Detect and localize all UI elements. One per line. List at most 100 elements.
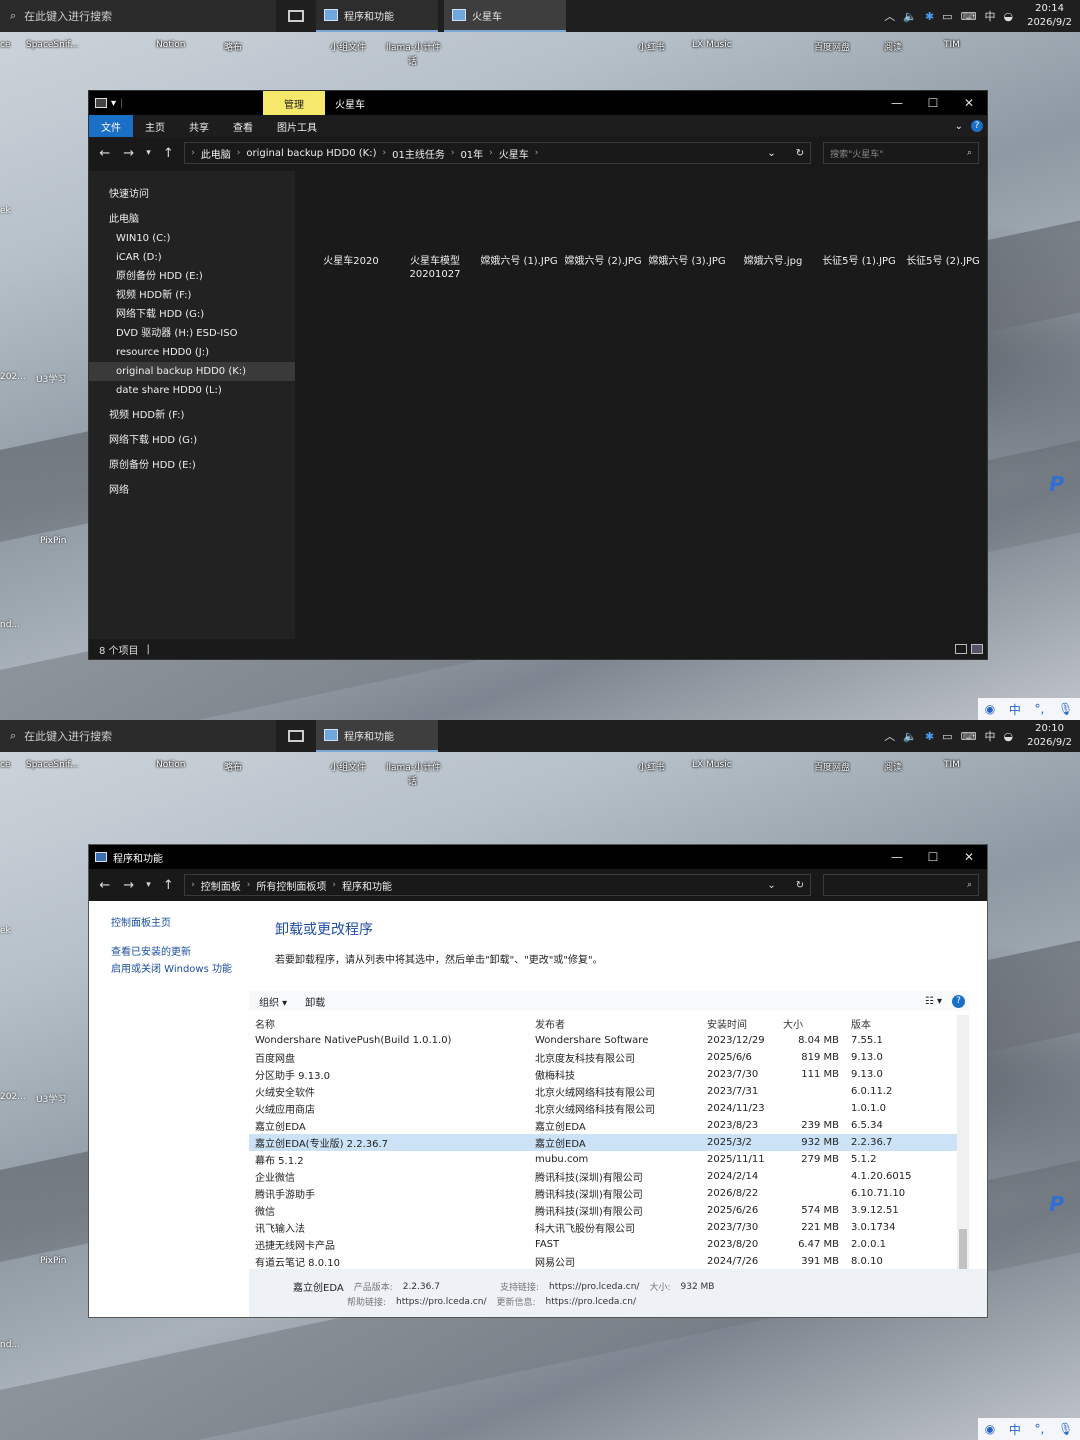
breadcrumb-item[interactable]: 所有控制面板项 <box>256 878 326 893</box>
desktop-icon[interactable]: 百度网盘 <box>814 760 850 773</box>
taskbar-app-programs[interactable]: 程序和功能 <box>316 0 438 32</box>
desktop-icon[interactable]: 略布 <box>224 40 242 53</box>
desktop-icon[interactable]: U3学习 <box>36 372 66 385</box>
qat-dropdown-icon[interactable]: ▾ <box>111 98 116 109</box>
desktop-icon[interactable]: U3学习 <box>36 1092 66 1105</box>
bluetooth-icon[interactable]: ✱ <box>925 10 934 23</box>
file-item[interactable]: 嫦娥六号 (1).JPG <box>477 255 561 268</box>
mic-icon[interactable]: 🎙 <box>1058 702 1073 716</box>
desktop-icon[interactable]: TIM <box>944 760 960 770</box>
refresh-icon[interactable]: ↻ <box>796 148 804 159</box>
link-view-installed-updates[interactable]: 查看已安装的更新 <box>111 944 251 961</box>
desktop-icon[interactable]: ce <box>0 40 11 50</box>
uninstall-button[interactable]: 卸载 <box>305 994 325 1009</box>
nav-drive[interactable]: date share HDD0 (L:) <box>89 381 295 400</box>
nav-drive[interactable]: WIN10 (C:) <box>89 229 295 248</box>
task-view-button[interactable] <box>276 0 316 32</box>
mic-icon[interactable]: 🎙 <box>1058 1422 1073 1436</box>
tab-manage[interactable]: 管理 <box>263 91 325 115</box>
table-row[interactable]: 分区助手 9.13.0 傲梅科技 2023/7/30 111 MB 9.13.0 <box>249 1066 959 1083</box>
nav-drive[interactable]: 网络下载 HDD (G:) <box>89 305 295 324</box>
table-row[interactable]: 火绒应用商店 北京火绒网络科技有限公司 2024/11/23 1.0.1.0 <box>249 1100 959 1117</box>
maximize-icon[interactable]: ☐ <box>915 96 951 110</box>
ime-mode-icon[interactable]: ◉ <box>985 702 995 716</box>
large-icons-view-icon[interactable] <box>971 644 983 654</box>
ime-punct-icon[interactable]: °, <box>1035 1422 1045 1436</box>
desktop-icon[interactable]: nd... <box>0 620 20 630</box>
task-view-button[interactable] <box>276 720 316 752</box>
desktop-icon[interactable]: 202... <box>0 372 26 382</box>
nav-this-pc[interactable]: 此电脑 <box>89 210 295 229</box>
link-windows-features[interactable]: 启用或关闭 Windows 功能 <box>111 961 251 978</box>
tray-chevron-icon[interactable]: ︿ <box>884 728 895 744</box>
desktop-icon[interactable]: 阅读 <box>884 40 902 53</box>
back-icon[interactable]: ← <box>97 878 113 893</box>
taskbar-app-programs[interactable]: 程序和功能 <box>316 720 438 752</box>
clock[interactable]: 20:10 2026/9/2 <box>1021 722 1072 750</box>
details-update-link[interactable]: https://pro.lceda.cn/ <box>546 1297 636 1307</box>
desktop-icon[interactable]: Notion <box>156 760 185 770</box>
table-row[interactable]: 企业微信 腾讯科技(深圳)有限公司 2024/2/14 4.1.20.6015 <box>249 1168 959 1185</box>
table-row[interactable]: 迅捷无线网卡产品 FAST 2023/8/20 6.47 MB 2.0.0.1 <box>249 1236 959 1253</box>
nav-drive-selected[interactable]: original backup HDD0 (K:) <box>89 362 295 381</box>
tab-view[interactable]: 查看 <box>221 119 265 134</box>
nav-quick-access[interactable]: 快速访问 <box>89 185 295 204</box>
close-icon[interactable]: ✕ <box>951 96 987 110</box>
nav-item[interactable]: 原创备份 HDD (E:) <box>89 456 295 475</box>
column-size[interactable]: 大小 <box>779 1016 849 1031</box>
scrollbar-thumb[interactable] <box>959 1229 967 1269</box>
column-installed-on[interactable]: 安装时间 <box>707 1016 779 1031</box>
desktop-icon[interactable]: TIM <box>944 40 960 50</box>
keyboard-icon[interactable]: ⌨ <box>961 730 977 743</box>
desktop-icon[interactable]: llama-小计件 <box>386 40 441 53</box>
breadcrumb-item[interactable]: 01主线任务 <box>392 146 445 161</box>
column-name[interactable]: 名称 <box>249 1016 535 1031</box>
window-titlebar[interactable]: 程序和功能 — ☐ ✕ <box>89 845 987 869</box>
help-icon[interactable]: ? <box>952 994 965 1008</box>
desktop-icon[interactable]: 阅读 <box>884 760 902 773</box>
table-row[interactable]: 嘉立创EDA 嘉立创EDA 2023/8/23 239 MB 6.5.34 <box>249 1117 959 1134</box>
ime-indicator[interactable]: 中 <box>984 8 995 24</box>
breadcrumb-item[interactable]: 01年 <box>460 146 483 161</box>
network-icon[interactable]: ▭ <box>942 730 952 743</box>
view-options-icon[interactable]: ☷ ▾ <box>925 996 942 1007</box>
explorer-titlebar[interactable]: ▾ | 管理 火星车 — ☐ ✕ <box>89 91 987 115</box>
desktop-icon[interactable]: 小组文件 <box>330 760 366 773</box>
tab-share[interactable]: 共享 <box>177 119 221 134</box>
network-icon[interactable]: ▭ <box>942 10 952 23</box>
desktop-icon[interactable]: 小红书 <box>638 760 665 773</box>
tab-picture-tools[interactable]: 图片工具 <box>265 119 329 134</box>
tray-chevron-icon[interactable]: ︿ <box>884 8 895 24</box>
nav-drive[interactable]: 视频 HDD新 (F:) <box>89 286 295 305</box>
vertical-scrollbar[interactable] <box>957 1015 969 1283</box>
back-icon[interactable]: ← <box>97 146 113 161</box>
address-bar[interactable]: › 控制面板 › 所有控制面板项 › 程序和功能 ⌄ ↻ <box>184 874 812 896</box>
nav-drive[interactable]: 原创备份 HDD (E:) <box>89 267 295 286</box>
table-row-selected[interactable]: 嘉立创EDA(专业版) 2.2.36.7 嘉立创EDA 2025/3/2 932 MB… <box>249 1134 959 1151</box>
ime-toolbar[interactable]: ◉ 中 °, 🎙 <box>978 1418 1080 1440</box>
minimize-icon[interactable]: — <box>879 96 915 110</box>
ime-punct-icon[interactable]: °, <box>1035 702 1045 716</box>
breadcrumb-item[interactable]: 火星车 <box>499 146 529 161</box>
desktop-icon[interactable]: nd... <box>0 1340 20 1350</box>
file-item[interactable]: 长征5号 (2).JPG <box>901 255 985 268</box>
details-help-link[interactable]: https://pro.lceda.cn/ <box>396 1297 486 1307</box>
file-item[interactable]: 嫦娥六号.jpg <box>731 255 815 268</box>
desktop-icon[interactable]: 小红书 <box>638 40 665 53</box>
table-row[interactable]: 微信 腾讯科技(深圳)有限公司 2025/6/26 574 MB 3.9.12.51 <box>249 1202 959 1219</box>
table-row[interactable]: 百度网盘 北京度友科技有限公司 2025/6/6 819 MB 9.13.0 <box>249 1049 959 1066</box>
up-icon[interactable]: ↑ <box>160 878 176 893</box>
file-item[interactable]: 火星车模型 20201027 <box>393 255 477 281</box>
refresh-icon[interactable]: ↻ <box>796 880 804 891</box>
close-icon[interactable]: ✕ <box>951 850 987 864</box>
bluetooth-icon[interactable]: ✱ <box>925 730 934 743</box>
ime-lang[interactable]: 中 <box>1009 701 1021 718</box>
desktop-icon[interactable]: ek <box>0 206 11 216</box>
help-icon[interactable]: ? <box>971 120 983 132</box>
nav-item[interactable]: 网络下载 HDD (G:) <box>89 431 295 450</box>
desktop-icon[interactable]: LX Music <box>692 40 732 50</box>
up-icon[interactable]: ↑ <box>160 146 176 161</box>
nav-item[interactable]: 视频 HDD新 (F:) <box>89 406 295 425</box>
desktop-icon[interactable]: PixPin <box>40 536 67 546</box>
recent-dropdown-icon[interactable]: ▾ <box>145 148 153 158</box>
